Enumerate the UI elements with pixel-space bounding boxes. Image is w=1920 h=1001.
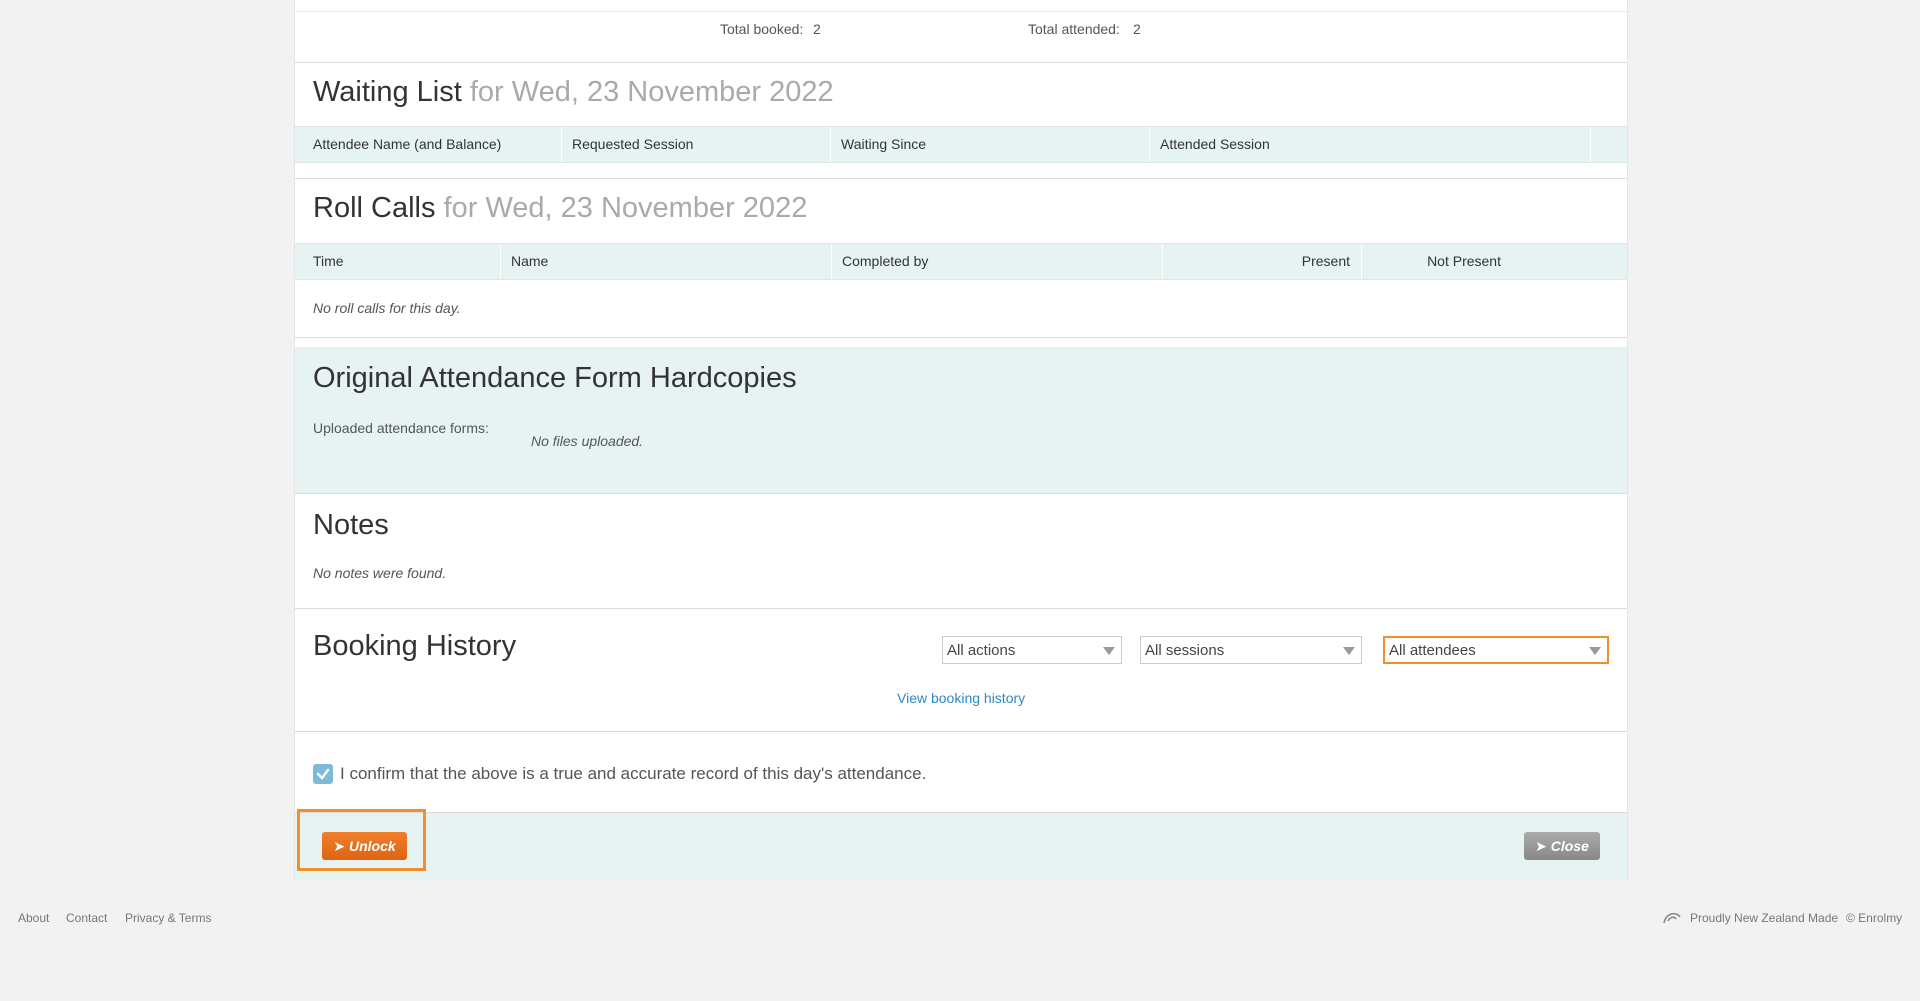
chevron-down-icon <box>1589 647 1601 655</box>
booking-history-title: Booking History <box>313 630 517 662</box>
total-booked-label: Total booked: <box>720 21 804 37</box>
col-attendee-name: Attendee Name (and Balance) <box>313 136 502 152</box>
arrow-right-icon: ➤ <box>1535 838 1551 854</box>
footer-copyright: © Enrolmy <box>1846 911 1903 925</box>
col-requested-session: Requested Session <box>561 127 829 162</box>
hardcopies-section: Original Attendance Form Hardcopies Uplo… <box>295 347 1627 493</box>
footer-privacy-link[interactable]: Privacy & Terms <box>125 911 211 925</box>
hardcopies-title: Original Attendance Form Hardcopies <box>313 362 797 394</box>
total-booked-value: 2 <box>813 21 821 37</box>
col-time: Time <box>313 253 344 269</box>
col-not-present: Not Present <box>1361 244 1561 279</box>
attendance-panel: Total booked: 2 Total attended: 2 Waitin… <box>294 0 1628 881</box>
footer-about-link[interactable]: About <box>18 911 49 925</box>
action-bar: ➤ Unlock ➤ Close <box>295 809 1627 881</box>
sessions-filter-select[interactable]: All sessions <box>1140 636 1362 664</box>
close-button[interactable]: ➤ Close <box>1524 832 1600 860</box>
col-completed-by: Completed by <box>831 244 1161 279</box>
footer-contact-link[interactable]: Contact <box>66 911 107 925</box>
col-waiting-since: Waiting Since <box>830 127 1148 162</box>
roll-calls-header: Time Name Completed by Present Not Prese… <box>295 243 1627 280</box>
notes-empty: No notes were found. <box>313 565 447 581</box>
confirm-checkbox[interactable] <box>313 764 333 784</box>
attendees-filter-select[interactable]: All attendees <box>1383 636 1609 664</box>
uploaded-forms-label: Uploaded attendance forms: <box>313 420 489 436</box>
col-attended-session: Attended Session <box>1149 127 1589 162</box>
actions-filter-select[interactable]: All actions <box>942 636 1122 664</box>
col-name: Name <box>500 244 830 279</box>
chevron-down-icon <box>1343 647 1355 655</box>
roll-calls-title: Roll Calls for Wed, 23 November 2022 <box>313 192 808 224</box>
roll-calls-empty: No roll calls for this day. <box>313 300 461 316</box>
notes-title: Notes <box>313 509 389 541</box>
waiting-list-title: Waiting List for Wed, 23 November 2022 <box>313 76 834 108</box>
no-files-text: No files uploaded. <box>531 433 644 449</box>
check-icon <box>316 768 330 780</box>
arrow-right-icon: ➤ <box>333 838 349 854</box>
waiting-list-header: Attendee Name (and Balance) Requested Se… <box>295 126 1627 163</box>
total-attended-value: 2 <box>1133 21 1141 37</box>
footer-nz-made: Proudly New Zealand Made <box>1690 911 1839 925</box>
view-booking-history-link[interactable]: View booking history <box>897 690 1025 706</box>
summary-row: Total booked: 2 Total attended: 2 <box>295 0 1627 62</box>
confirm-text: I confirm that the above is a true and a… <box>340 764 927 783</box>
nz-fern-icon <box>1662 909 1682 925</box>
chevron-down-icon <box>1103 647 1115 655</box>
col-present: Present <box>1162 244 1360 279</box>
total-attended-label: Total attended: <box>1028 21 1120 37</box>
unlock-button[interactable]: ➤ Unlock <box>322 832 407 860</box>
